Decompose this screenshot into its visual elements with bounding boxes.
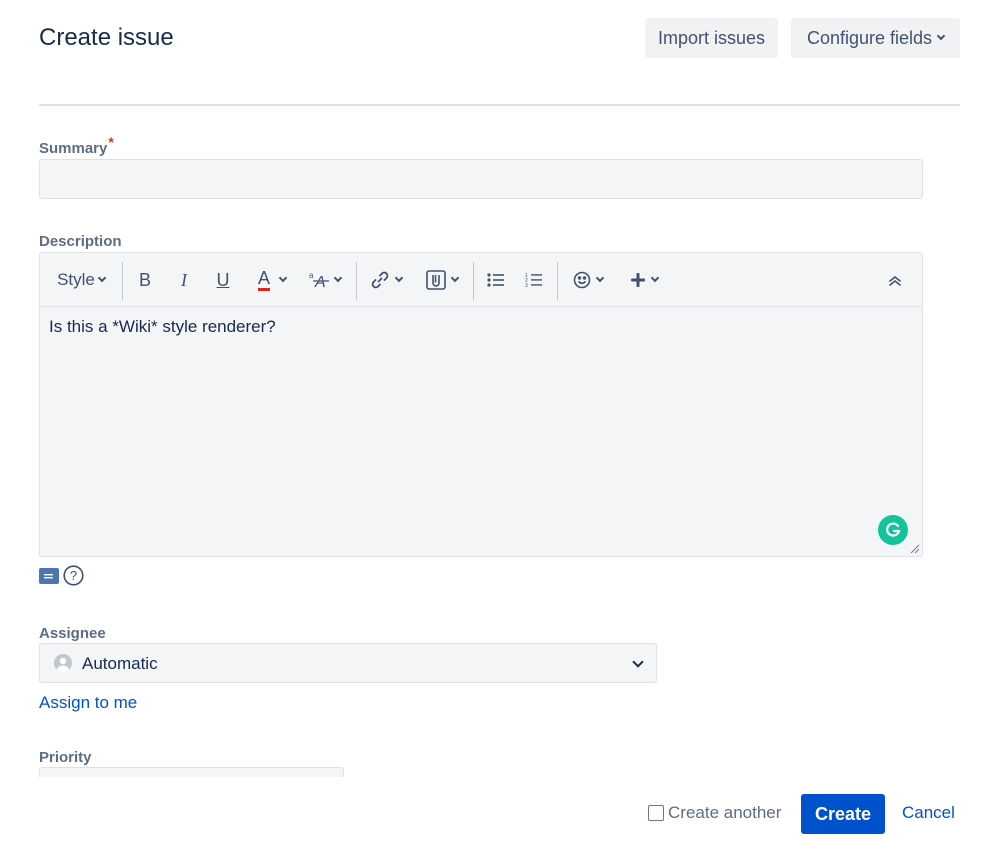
bold-button[interactable]: B bbox=[132, 253, 158, 307]
chevron-down-icon bbox=[278, 273, 288, 283]
import-issues-button[interactable]: Import issues bbox=[645, 18, 778, 58]
avatar-icon bbox=[54, 654, 72, 672]
configure-fields-label: Configure fields bbox=[806, 27, 933, 48]
summary-label-text: Summary bbox=[39, 140, 108, 157]
underline-button[interactable]: U bbox=[210, 253, 236, 307]
chevron-down-icon bbox=[97, 273, 107, 283]
assignee-value: Automatic bbox=[82, 654, 158, 673]
assign-to-me-link[interactable]: Assign to me bbox=[39, 693, 137, 713]
toolbar-separator bbox=[473, 262, 474, 300]
resize-handle-icon[interactable] bbox=[910, 544, 920, 554]
svg-text:a: a bbox=[309, 271, 314, 280]
description-label: Description bbox=[39, 233, 122, 250]
dialog-title: Create issue bbox=[39, 24, 174, 51]
toolbar-separator bbox=[356, 262, 357, 300]
chevron-down-icon bbox=[333, 273, 343, 283]
italic-icon: I bbox=[181, 269, 187, 290]
cancel-button[interactable]: Cancel bbox=[902, 803, 955, 823]
chevron-down-icon bbox=[936, 31, 946, 41]
bullet-list-icon bbox=[487, 273, 504, 287]
header-divider bbox=[39, 104, 960, 106]
bullet-list-button[interactable] bbox=[484, 253, 508, 307]
bold-icon: B bbox=[138, 269, 151, 290]
italic-button[interactable]: I bbox=[171, 253, 197, 307]
summary-input[interactable] bbox=[39, 159, 923, 199]
attachment-button[interactable] bbox=[422, 253, 462, 307]
assignee-label: Assignee bbox=[39, 625, 106, 642]
text-effects-button[interactable]: a A bbox=[305, 253, 345, 307]
insert-more-button[interactable] bbox=[624, 253, 664, 307]
toolbar-separator bbox=[557, 262, 558, 300]
style-dropdown[interactable]: Style bbox=[50, 253, 112, 307]
text-effects-icon: a A bbox=[309, 271, 329, 290]
create-another-option[interactable]: Create another bbox=[648, 803, 781, 823]
svg-text:A: A bbox=[314, 274, 326, 290]
emoji-icon bbox=[573, 271, 591, 289]
configure-fields-button[interactable]: Configure fields bbox=[791, 18, 960, 58]
chevron-down-icon bbox=[595, 273, 605, 283]
description-editor[interactable]: Style B I U A a A 1 2 3 Is this a *Wiki*… bbox=[39, 252, 923, 557]
wiki-renderer-icon[interactable] bbox=[39, 568, 59, 584]
collapse-toolbar-button[interactable] bbox=[882, 253, 908, 307]
attachment-icon bbox=[426, 270, 446, 290]
help-icon[interactable]: ? bbox=[63, 565, 84, 586]
create-button[interactable]: Create bbox=[801, 794, 885, 834]
chevron-down-icon bbox=[394, 273, 404, 283]
numbered-list-icon: 1 2 3 bbox=[525, 273, 542, 288]
assignee-select[interactable]: Automatic bbox=[39, 643, 657, 683]
required-mark: * bbox=[108, 134, 114, 150]
underline-icon: U bbox=[216, 269, 230, 290]
collapse-toolbar-icon bbox=[889, 275, 901, 286]
create-another-label: Create another bbox=[668, 803, 782, 822]
link-button[interactable] bbox=[366, 253, 406, 307]
chevron-down-icon bbox=[450, 273, 460, 283]
toolbar-separator bbox=[122, 262, 123, 300]
svg-text:3: 3 bbox=[525, 283, 528, 288]
style-label: Style bbox=[57, 270, 95, 289]
link-icon bbox=[371, 271, 389, 289]
import-issues-label: Import issues bbox=[657, 27, 766, 48]
insert-more-icon bbox=[631, 273, 645, 287]
chevron-down-icon bbox=[650, 273, 660, 283]
priority-label: Priority bbox=[39, 749, 92, 766]
emoji-button[interactable] bbox=[568, 253, 608, 307]
summary-label: Summary* bbox=[39, 134, 114, 157]
chevron-down-icon bbox=[632, 656, 644, 668]
priority-select[interactable] bbox=[39, 767, 344, 777]
numbered-list-button[interactable]: 1 2 3 bbox=[522, 253, 546, 307]
description-content[interactable]: Is this a *Wiki* style renderer? bbox=[49, 317, 276, 337]
svg-text:?: ? bbox=[70, 568, 77, 583]
editor-toolbar: Style B I U A a A 1 2 3 bbox=[40, 253, 922, 307]
text-color-icon: A bbox=[257, 269, 270, 291]
create-another-checkbox[interactable] bbox=[648, 805, 664, 821]
text-color-button[interactable]: A bbox=[247, 253, 297, 307]
grammarly-icon[interactable] bbox=[878, 515, 908, 545]
